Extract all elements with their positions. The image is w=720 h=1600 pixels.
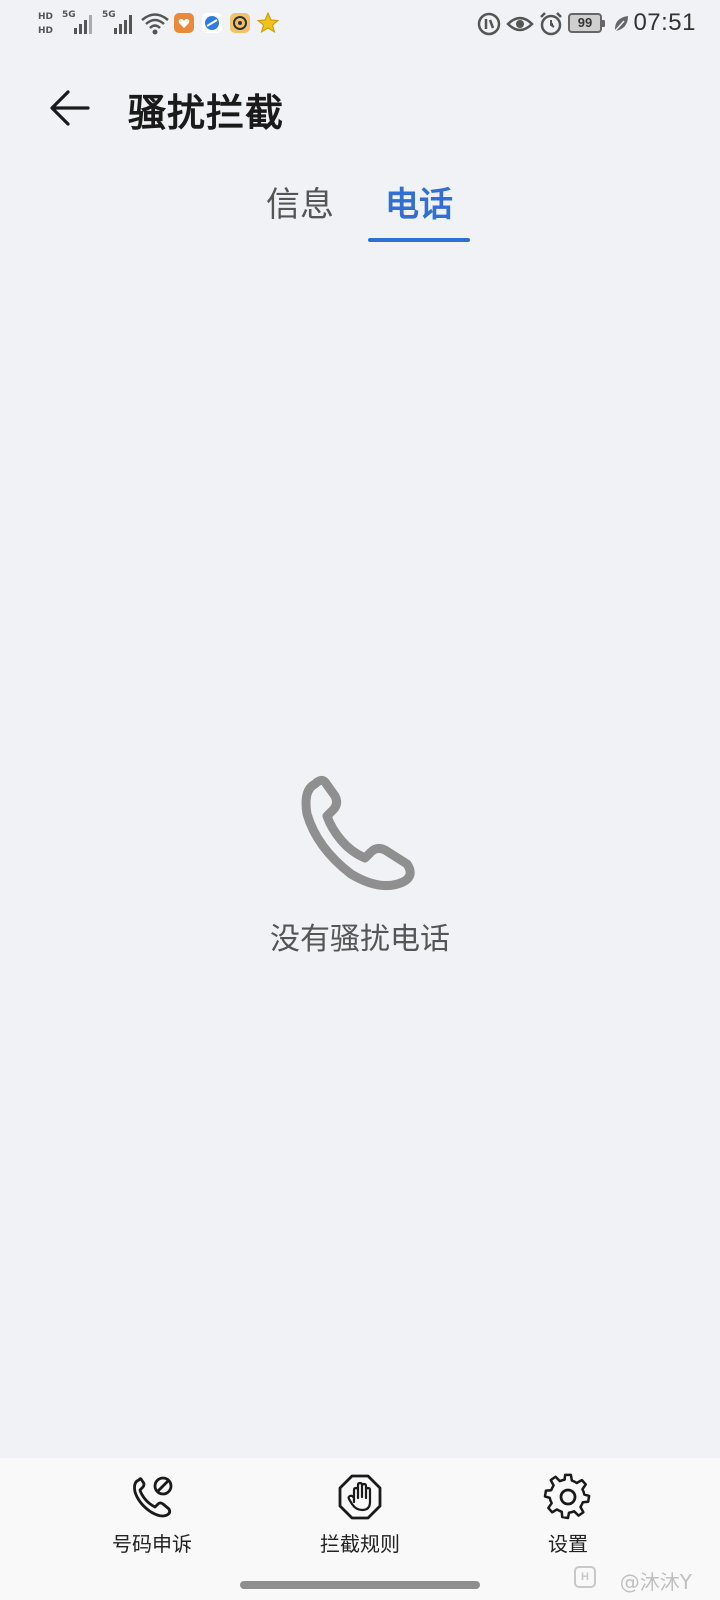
bottom-toolbar: 号码申诉 拦截规则 设置 xyxy=(0,1458,720,1600)
app-icon xyxy=(202,13,222,33)
alarm-icon xyxy=(538,11,564,41)
home-indicator[interactable] xyxy=(240,1581,480,1589)
watermark-text: @沐沐Y xyxy=(619,1570,692,1594)
status-time: 07:51 xyxy=(633,9,696,36)
hd-icon: HD xyxy=(38,26,53,36)
phone-icon xyxy=(301,775,415,891)
tab-messages[interactable]: 信息 xyxy=(250,180,350,244)
hd-icon: HD xyxy=(38,12,53,22)
arrow-left-icon xyxy=(50,90,90,126)
phone-block-icon xyxy=(133,1476,173,1518)
number-appeal-label: 号码申诉 xyxy=(112,1532,192,1556)
settings-label: 设置 xyxy=(548,1532,588,1556)
back-button[interactable] xyxy=(40,78,100,138)
battery-level: 99 xyxy=(568,13,605,33)
block-rules-label: 拦截规则 xyxy=(320,1532,400,1556)
gear-icon xyxy=(543,1473,591,1520)
tab-calls[interactable]: 电话 xyxy=(368,180,470,244)
number-appeal-button[interactable]: 号码申诉 xyxy=(72,1472,232,1557)
tab-messages-label: 信息 xyxy=(266,185,334,225)
sim-label-2: HD xyxy=(38,26,54,36)
empty-state: 没有骚扰电话 xyxy=(0,770,720,958)
wifi-icon xyxy=(140,10,170,40)
vpn-icon xyxy=(476,11,502,41)
leaf-icon xyxy=(612,14,630,38)
watermark-logo: H xyxy=(574,1566,596,1588)
page-title: 骚扰拦截 xyxy=(128,91,285,135)
empty-state-text: 没有骚扰电话 xyxy=(270,922,450,957)
tab-bar: 信息 电话 xyxy=(0,180,720,244)
block-rules-button[interactable]: 拦截规则 xyxy=(280,1472,440,1557)
page-header: 骚扰拦截 xyxy=(0,58,720,154)
status-bar: HD HD 5G 5G 99 07:51 xyxy=(0,0,720,48)
tab-calls-label: 电话 xyxy=(385,185,453,225)
star-icon xyxy=(256,11,280,39)
sim-label-1: HD xyxy=(38,12,54,22)
app-icon xyxy=(174,13,194,33)
status-right-icons: 99 07:51 xyxy=(476,8,696,40)
app-icon xyxy=(230,13,250,33)
settings-button[interactable]: 设置 xyxy=(488,1472,648,1557)
hand-stop-icon xyxy=(338,1474,382,1520)
tab-active-indicator xyxy=(368,238,470,242)
eye-icon xyxy=(506,13,534,39)
